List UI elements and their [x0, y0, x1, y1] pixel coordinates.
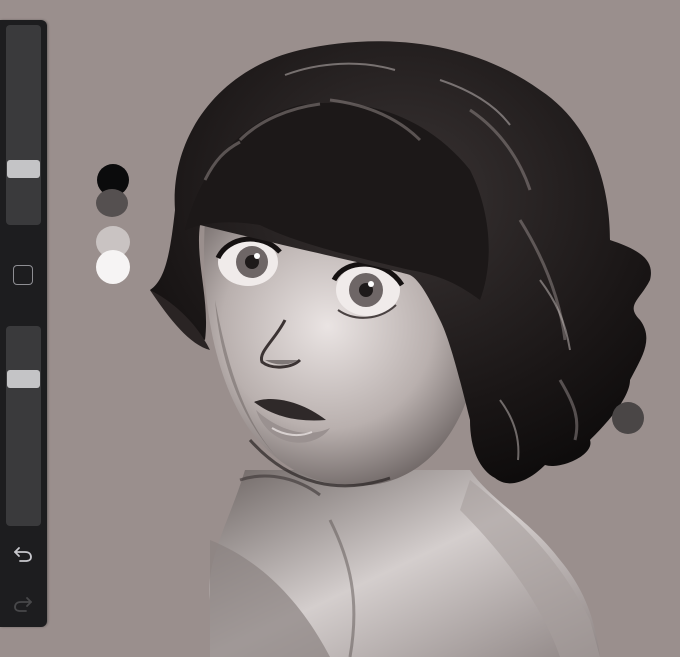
swatch-white[interactable]: [96, 250, 130, 284]
modify-button[interactable]: [13, 265, 33, 285]
artwork-canvas[interactable]: [0, 0, 680, 657]
swatch-mid-gray[interactable]: [612, 402, 644, 434]
undo-button[interactable]: [9, 540, 37, 568]
redo-arrow-icon: [14, 597, 32, 612]
figure-body: [209, 470, 600, 657]
side-toolbar: [0, 20, 47, 627]
swatch-dark-gray[interactable]: [96, 189, 128, 217]
brush-size-slider[interactable]: [6, 25, 41, 225]
brush-size-slider-thumb[interactable]: [7, 160, 40, 178]
redo-button[interactable]: [9, 590, 37, 618]
opacity-slider-thumb[interactable]: [7, 370, 40, 388]
undo-arrow-icon: [14, 547, 32, 562]
opacity-slider[interactable]: [6, 326, 41, 526]
